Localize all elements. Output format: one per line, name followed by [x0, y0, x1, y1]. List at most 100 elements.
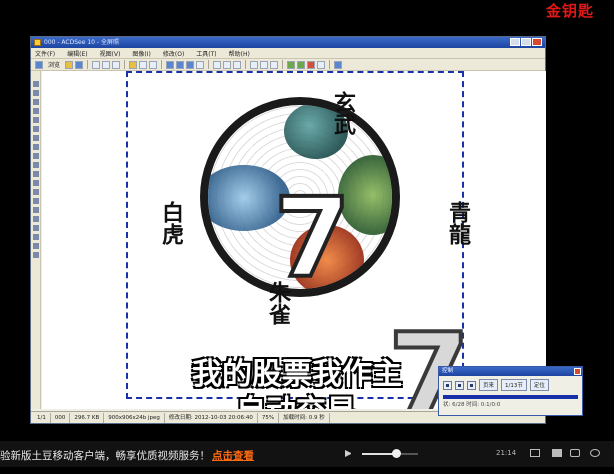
- select-tool-icon[interactable]: [129, 60, 138, 69]
- promo-link[interactable]: 点击查看: [212, 450, 254, 462]
- camera-icon[interactable]: [570, 449, 580, 457]
- zoom-tool-icon[interactable]: [149, 60, 158, 69]
- menu-view[interactable]: 视图(V): [100, 49, 121, 58]
- calligraphy-qinglong: 青龍: [445, 201, 471, 245]
- save-icon[interactable]: [75, 60, 84, 69]
- toolbar-separator: [124, 60, 126, 69]
- recorder-locate-button[interactable]: 定位: [529, 379, 549, 391]
- full-screen-icon[interactable]: [196, 60, 205, 69]
- fit-window-icon[interactable]: [166, 60, 175, 69]
- tool-icon[interactable]: [32, 153, 39, 159]
- recorder-prev-button[interactable]: 页来: [479, 379, 499, 391]
- menu-help[interactable]: 帮助(H): [229, 49, 250, 58]
- status-load-time: 加载时间: 0.9 秒: [279, 412, 330, 423]
- toolbar-separator: [208, 60, 210, 69]
- promo-marquee: 验新版土豆移动客户端，畅享优质视频服务！ 点击查看: [0, 448, 254, 463]
- maximize-icon[interactable]: [521, 38, 531, 46]
- next-image-icon[interactable]: [102, 60, 111, 69]
- zoom-in-icon[interactable]: [213, 60, 222, 69]
- status-dimensions: 900x906x24b jpeg: [104, 412, 165, 423]
- toolbar-separator: [87, 60, 89, 69]
- recorder-status: 状: 6/28 时间: 0:1/0:0: [443, 402, 501, 408]
- brand-logo-text: 金钥匙: [545, 2, 594, 20]
- delete-icon[interactable]: [307, 60, 316, 69]
- status-filename: 000: [51, 412, 71, 423]
- tool-icon[interactable]: [32, 225, 39, 231]
- record-icon[interactable]: [443, 380, 452, 390]
- left-tool-strip: [31, 71, 41, 409]
- enhance-icon[interactable]: [287, 60, 296, 69]
- recorder-title-bar[interactable]: 控制: [439, 367, 582, 376]
- hand-tool-icon[interactable]: [139, 60, 148, 69]
- recorder-progress-bar: [443, 395, 578, 399]
- tool-icon[interactable]: [32, 162, 39, 168]
- actual-size-icon[interactable]: [186, 60, 195, 69]
- rotate-left-icon[interactable]: [250, 60, 259, 69]
- fullscreen-icon[interactable]: [530, 449, 540, 457]
- video-player-bar: 验新版土豆移动客户端，畅享优质视频服务！ 点击查看 21:14: [0, 441, 614, 467]
- recorder-buttons: 页来 1/13节 定位: [439, 376, 582, 394]
- calligraphy-xuanwu: 玄武: [330, 91, 356, 135]
- tool-icon[interactable]: [32, 198, 39, 204]
- properties-icon[interactable]: [317, 60, 326, 69]
- open-folder-icon[interactable]: [65, 60, 74, 69]
- rotate-icon[interactable]: [112, 60, 121, 69]
- settings-icon[interactable]: [590, 449, 600, 457]
- close-icon[interactable]: [574, 368, 581, 375]
- tool-icon[interactable]: [32, 117, 39, 123]
- volume-icon[interactable]: [345, 450, 353, 457]
- tool-icon[interactable]: [32, 126, 39, 132]
- tool-icon[interactable]: [32, 99, 39, 105]
- tool-icon[interactable]: [32, 90, 39, 96]
- tool-icon[interactable]: [32, 171, 39, 177]
- window-title-bar[interactable]: 000 - ACDSee 10 - 全屏照: [31, 37, 545, 48]
- tool-icon[interactable]: [32, 180, 39, 186]
- tool-icon[interactable]: [32, 207, 39, 213]
- volume-knob[interactable]: [391, 449, 401, 458]
- toolbar-separator: [282, 60, 284, 69]
- menu-image[interactable]: 图像(I): [132, 49, 150, 58]
- zoom-out-icon[interactable]: [223, 60, 232, 69]
- tool-icon[interactable]: [32, 135, 39, 141]
- app-icon: [34, 39, 41, 46]
- tool-icon[interactable]: [32, 234, 39, 240]
- menu-tools[interactable]: 工具(T): [196, 49, 216, 58]
- export-icon[interactable]: [297, 60, 306, 69]
- main-toolbar: 浏览: [31, 59, 545, 71]
- tool-icon[interactable]: [32, 252, 39, 258]
- help-icon[interactable]: [334, 60, 343, 69]
- clock-text: 21:14: [496, 449, 517, 457]
- tool-icon[interactable]: [32, 144, 39, 150]
- browse-button[interactable]: 浏览: [45, 60, 63, 69]
- tool-icon[interactable]: [32, 108, 39, 114]
- volume-slider[interactable]: [362, 453, 418, 455]
- window-controls: [510, 38, 542, 46]
- folder-icon[interactable]: [552, 449, 562, 457]
- settings-icon[interactable]: [270, 60, 279, 69]
- tool-icon[interactable]: [32, 243, 39, 249]
- status-zoom: 75%: [258, 412, 280, 423]
- stop-icon[interactable]: [467, 380, 476, 390]
- zoom-menu-icon[interactable]: [233, 60, 242, 69]
- menu-edit[interactable]: 编辑(E): [67, 49, 87, 58]
- image-canvas[interactable]: 玄武 青龍 白虎 朱雀 7 7 我的股票我作主 自动交易: [42, 71, 546, 409]
- rotate-right-icon[interactable]: [260, 60, 269, 69]
- pause-icon[interactable]: [455, 380, 464, 390]
- recorder-control-window: 控制 页来 1/13节 定位 状: 6/28 时间: 0:1/0:0: [438, 366, 583, 416]
- minimize-icon[interactable]: [510, 38, 520, 46]
- menu-modify[interactable]: 修改(O): [163, 49, 184, 58]
- recorder-page-button[interactable]: 1/13节: [501, 379, 527, 391]
- prev-image-icon[interactable]: [92, 60, 101, 69]
- tool-icon[interactable]: [32, 189, 39, 195]
- close-icon[interactable]: [532, 38, 542, 46]
- status-filesize: 296.7 KB: [70, 412, 105, 423]
- tool-icon[interactable]: [32, 81, 39, 87]
- window-title: 000 - ACDSee 10 - 全屏照: [44, 39, 119, 46]
- fit-width-icon[interactable]: [176, 60, 185, 69]
- browse-icon[interactable]: [35, 60, 43, 69]
- tool-icon[interactable]: [32, 216, 39, 222]
- emblem-number: 7: [272, 174, 353, 302]
- menu-file[interactable]: 文件(F): [35, 49, 55, 58]
- recorder-title: 控制: [442, 368, 454, 374]
- status-modified-date: 修改日期: 2012-10-03 20:06:40: [165, 412, 258, 423]
